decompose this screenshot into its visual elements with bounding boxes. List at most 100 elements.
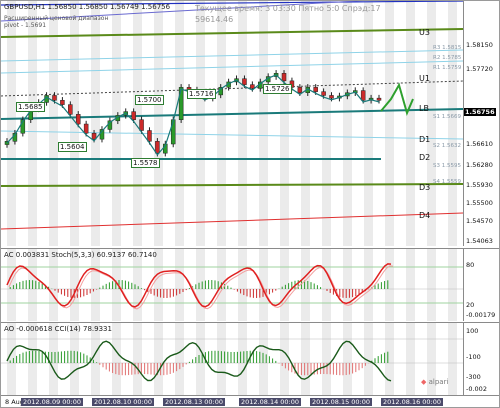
session-stripe [280, 1, 289, 246]
session-stripe [448, 1, 457, 246]
ohlc-values: 1.56850 1.56850 1.56749 1.56756 [47, 3, 171, 11]
ao-value: AO -0.000618 [4, 325, 53, 333]
candle-body [313, 87, 318, 92]
price-annotation: 1.5726 [263, 84, 292, 94]
current-price-tag: 1.56756 [464, 108, 496, 116]
ao-cci-info: AO -0.000618 CCI(14) 78.9331 [4, 325, 112, 333]
ao-tick: 100 [466, 327, 479, 335]
time-tick: 2012.08.09 00:00 [21, 398, 84, 406]
session-stripe [385, 323, 394, 395]
ac-tick: -0.00179 [466, 311, 496, 319]
session-stripe [238, 323, 247, 395]
session-stripe [427, 1, 436, 246]
candle-body [360, 90, 366, 101]
session-stripe [196, 1, 205, 246]
session-stripe [49, 323, 58, 395]
session-stripe [154, 323, 163, 395]
candle-body [281, 73, 287, 82]
session-stripe [238, 1, 247, 246]
alpari-logo: ◆ alpari [421, 378, 448, 386]
session-stripe [280, 323, 289, 395]
price-tick: 1.58150 [466, 41, 493, 49]
session-stripe [343, 1, 352, 246]
session-stripe [7, 249, 16, 321]
candle-body [170, 119, 176, 145]
session-stripe [91, 249, 100, 321]
candle-body [155, 141, 160, 154]
session-stripe [301, 1, 310, 246]
session-stripe [343, 249, 352, 321]
session-stripe [448, 323, 457, 395]
session-stripe [448, 249, 457, 321]
candle-body [297, 87, 303, 93]
ac-stoch-panel[interactable]: AC 0.003831 Stoch(5,3,3) 60.9137 60.7140 [1, 248, 463, 321]
session-stripe [196, 249, 205, 321]
sr-label-r3: R3 1.5815 [433, 45, 462, 51]
indicator-note: Расширенный ценовой диапазон [4, 15, 109, 22]
price-annotation: 1.5604 [58, 142, 87, 152]
session-stripe [343, 323, 352, 395]
session-stripe [364, 1, 373, 246]
session-stripe [91, 1, 100, 246]
level-d4-label: D4 [419, 211, 431, 220]
logo-text: alpari [428, 378, 449, 386]
session-stripe [112, 249, 121, 321]
session-stripe [301, 249, 310, 321]
sr-label-s1: S1 1.5669 [433, 114, 461, 120]
candle-body [321, 91, 326, 96]
candle-body [75, 114, 81, 125]
pivot-note: pivot - 1.5691 [4, 22, 47, 29]
price-annotation: 1.5700 [135, 95, 164, 105]
price-tick: 1.56280 [466, 161, 493, 169]
trading-terminal-chart[interactable]: GBPUSD,H1 1.56850 1.56850 1.56749 1.5675… [0, 0, 500, 408]
clock-value: 59614.46 [195, 15, 234, 24]
level-d3-label: D3 [419, 183, 431, 192]
server-time-text: Текущее время: 3 03:30 Пятно 5:0 Спрэд:1… [195, 4, 381, 13]
ao-axis: 100 -100 -300 -0.002 [463, 322, 499, 395]
symbol-ohlc-info: GBPUSD,H1 1.56850 1.56850 1.56749 1.5675… [4, 3, 170, 11]
session-stripe [196, 323, 205, 395]
cci-value: CCI(14) 78.9331 [54, 325, 112, 333]
ao-cci-svg [1, 323, 463, 395]
candle-body [376, 97, 382, 101]
ac-stoch-info: AC 0.003831 Stoch(5,3,3) 60.9137 60.7140 [4, 251, 157, 259]
candle-body [52, 95, 57, 101]
price-axis[interactable]: 1.58150 1.57720 1.56756 1.56610 1.56280 … [463, 1, 499, 246]
session-stripe [406, 249, 415, 321]
candle-body [139, 119, 144, 131]
session-stripe [175, 323, 184, 395]
sr-label-s2: S2 1.5632 [433, 143, 461, 149]
price-annotation: 1.5578 [131, 158, 160, 168]
session-stripe [385, 249, 394, 321]
session-stripe [238, 249, 247, 321]
session-stripe [112, 323, 121, 395]
session-stripe [49, 249, 58, 321]
price-chart-svg [1, 1, 463, 246]
session-stripe [322, 1, 331, 246]
price-annotation: 1.5685 [16, 102, 45, 112]
session-stripe [427, 249, 436, 321]
candle-body [60, 100, 65, 105]
session-stripe [406, 1, 415, 246]
time-tick: 2012.08.13 00:00 [163, 398, 226, 406]
ao-cci-panel[interactable]: AO -0.000618 CCI(14) 78.9331 ◆ alpari [1, 322, 463, 395]
price-tick: 1.54063 [466, 237, 493, 245]
price-tick: 1.57720 [466, 65, 493, 73]
symbol-timeframe: GBPUSD,H1 [4, 3, 46, 11]
session-stripe [322, 323, 331, 395]
candle-body [68, 104, 73, 115]
ac-stoch-svg [1, 249, 463, 321]
session-stripe [259, 249, 268, 321]
session-stripe [385, 1, 394, 246]
logo-mark-icon: ◆ [421, 378, 427, 386]
candle-body [242, 78, 247, 85]
session-stripe [28, 1, 37, 246]
time-axis[interactable]: 8 Aug 2012 2012.08.09 00:00 2012.08.10 0… [1, 395, 499, 407]
price-tick: 1.56610 [466, 140, 493, 148]
session-stripe [154, 249, 163, 321]
price-chart-panel[interactable]: GBPUSD,H1 1.56850 1.56850 1.56749 1.5675… [1, 1, 463, 246]
time-tick: 2012.08.10 00:00 [92, 398, 155, 406]
level-u3-label: U3 [419, 28, 430, 37]
time-tick: 2012.08.15 00:00 [310, 398, 373, 406]
session-stripe [154, 1, 163, 246]
